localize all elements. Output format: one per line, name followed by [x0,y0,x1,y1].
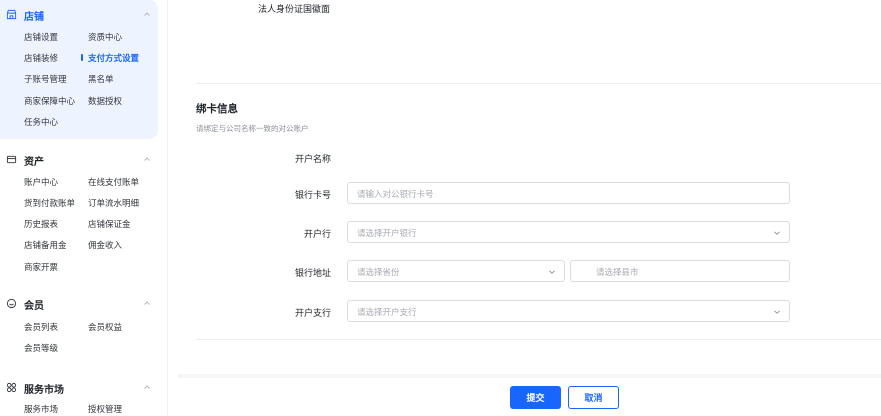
sidebar-item-member-benefits[interactable]: 会员权益 [88,321,122,333]
chevron-down-icon [774,231,780,235]
wallet-icon [6,155,17,164]
bank-placeholder: 请选择开户银行 [357,229,417,239]
sidebar-item-member-list[interactable]: 会员列表 [24,321,58,333]
province-select[interactable]: 请选择省份 [347,260,565,282]
sidebar-item-qualification-center[interactable]: 资质中心 [88,31,122,43]
section-subtitle: 请绑定与公司名称一致的对公账户 [196,124,309,133]
chevron-down-icon [549,270,555,274]
chevron-up-icon[interactable] [143,299,151,307]
chevron-up-icon[interactable] [143,155,151,163]
branch-select[interactable]: 请选择开户支行 [347,300,790,322]
branch-placeholder: 请选择开户支行 [357,308,417,318]
sidebar-item-service-market[interactable]: 服务市场 [24,403,58,415]
sidebar-group-market-header[interactable]: 服务市场 [0,377,158,397]
city-select[interactable]: 请选择县市 [570,260,790,282]
chevron-up-icon[interactable] [143,10,151,18]
section-divider [196,83,881,84]
sidebar-group-title: 会员 [24,301,44,312]
sidebar: 店铺 店铺设置 资质中心 店铺装修 支付方式设置 子账号管理 黑名单 商家保障中… [0,0,168,416]
form-card: 法人身份证国徽面 绑卡信息 请绑定与公司名称一致的对公账户 开户名称 银行卡号 … [178,0,881,374]
card-number-input[interactable]: 请输入对公银行卡号 [347,182,790,204]
sidebar-group-members-header[interactable]: 会员 [0,293,158,313]
bank-address-label: 银行地址 [294,269,331,279]
card-number-placeholder: 请输入对公银行卡号 [357,190,434,200]
sidebar-group-assets: 资产 账户中心 在线支付账单 货到付款账单 订单流水明细 历史报表 店铺保证金 … [0,148,158,273]
chevron-down-icon [774,310,780,314]
section-divider [196,339,881,340]
market-icon [6,382,17,393]
sidebar-group-title: 服务市场 [24,385,64,396]
cancel-button[interactable]: 取消 [568,386,619,409]
sidebar-group-store-header[interactable]: 店铺 [0,4,158,24]
sidebar-group-title: 店铺 [24,12,44,23]
sidebar-group-service-market: 服务市场 服务市场 授权管理 [0,376,158,416]
section-title: 绑卡信息 [196,103,238,115]
sidebar-item-store-deposit[interactable]: 店铺保证金 [88,218,131,230]
sidebar-item-order-flow-details[interactable]: 订单流水明细 [88,197,139,209]
sidebar-item-label: 支付方式设置 [88,54,140,64]
branch-label: 开户支行 [294,309,331,319]
sidebar-item-online-payment-bills[interactable]: 在线支付账单 [88,176,139,188]
bank-select[interactable]: 请选择开户银行 [347,221,790,243]
province-placeholder: 请选择省份 [357,268,400,278]
sidebar-group-assets-header[interactable]: 资产 [0,149,158,169]
card-number-label: 银行卡号 [294,191,331,201]
sidebar-group-store: 店铺 店铺设置 资质中心 店铺装修 支付方式设置 子账号管理 黑名单 商家保障中… [0,0,158,139]
sidebar-item-payment-settings[interactable]: 支付方式设置 [81,52,140,64]
chevron-up-icon[interactable] [143,383,151,391]
sidebar-item-merchant-invoicing[interactable]: 商家开票 [24,261,58,273]
active-indicator [81,54,83,61]
sidebar-item-member-levels[interactable]: 会员等级 [24,342,58,354]
sidebar-item-commission-income[interactable]: 佣金收入 [88,239,122,251]
sidebar-group-title: 资产 [24,157,44,168]
sidebar-item-sub-accounts[interactable]: 子账号管理 [24,73,67,85]
sidebar-item-task-center[interactable]: 任务中心 [24,116,58,128]
submit-button[interactable]: 提交 [510,386,561,409]
sidebar-group-members: 会员 会员列表 会员权益 会员等级 [0,292,158,358]
sidebar-item-cod-bills[interactable]: 货到付款账单 [24,197,75,209]
sidebar-item-store-decoration[interactable]: 店铺装修 [24,52,58,64]
bank-label: 开户行 [303,230,331,240]
sidebar-item-history-reports[interactable]: 历史报表 [24,218,58,230]
sidebar-item-store-reserve[interactable]: 店铺备用金 [24,239,67,251]
main-area: 法人身份证国徽面 绑卡信息 请绑定与公司名称一致的对公账户 开户名称 银行卡号 … [178,0,881,416]
city-placeholder: 请选择县市 [596,268,639,278]
member-icon [6,298,17,309]
sidebar-item-blacklist[interactable]: 黑名单 [88,73,114,85]
sidebar-item-data-authorization[interactable]: 数据授权 [88,95,122,107]
account-name-label: 开户名称 [294,155,331,165]
store-icon [6,9,17,20]
sidebar-item-merchant-protection[interactable]: 商家保障中心 [24,95,75,107]
id-card-emblem-label: 法人身份证国徽面 [258,5,331,15]
sidebar-item-authorization-management[interactable]: 授权管理 [88,403,122,415]
footer-actions: 提交 取消 [178,378,881,416]
sidebar-item-account-center[interactable]: 账户中心 [24,176,58,188]
sidebar-item-store-settings[interactable]: 店铺设置 [24,31,58,43]
